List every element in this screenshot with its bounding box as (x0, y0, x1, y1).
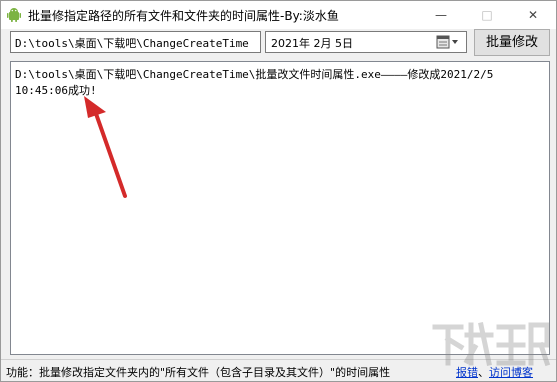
date-value: 2021年 2月 5日 (271, 37, 353, 50)
window-title: 批量修指定路径的所有文件和文件夹的时间属性-By:淡水鱼 (28, 9, 339, 23)
date-picker[interactable]: 2021年 2月 5日 (265, 31, 467, 53)
android-app-icon (7, 8, 21, 22)
watermark-logo (432, 322, 551, 367)
status-description: 功能：批量修改指定文件夹内的"所有文件（包含子目录及其文件）"的时间属性 (6, 366, 391, 379)
minimize-button[interactable]: — (418, 1, 464, 29)
batch-modify-button[interactable]: 批量修改 (474, 29, 550, 56)
title-bar: 批量修指定路径的所有文件和文件夹的时间属性-By:淡水鱼 — □ ✕ (1, 1, 556, 29)
main-window: 批量修指定路径的所有文件和文件夹的时间属性-By:淡水鱼 — □ ✕ D:\to… (0, 0, 557, 382)
close-button[interactable]: ✕ (510, 1, 556, 29)
log-line: D:\tools\桌面\下载吧\ChangeCreateTime\批量改文件时间… (15, 68, 494, 81)
path-input[interactable]: D:\tools\桌面\下载吧\ChangeCreateTime (10, 31, 261, 53)
calendar-dropdown-icon[interactable] (436, 35, 462, 49)
maximize-button[interactable]: □ (464, 1, 510, 29)
log-output[interactable]: D:\tools\桌面\下载吧\ChangeCreateTime\批量改文件时间… (10, 61, 550, 355)
log-line: 10:45:06成功! (15, 84, 97, 97)
